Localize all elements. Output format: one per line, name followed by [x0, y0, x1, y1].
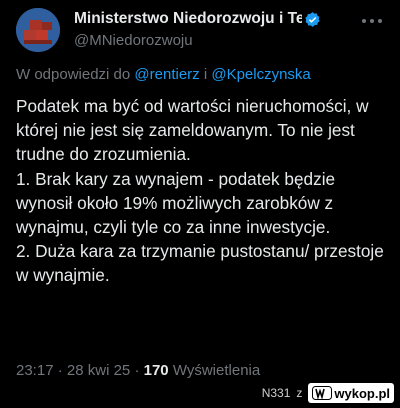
views-count: 170: [143, 362, 169, 379]
wykop-logo: wykop.pl: [308, 383, 394, 403]
tweet-header: Ministerstwo Niedorozwoju i Te @MNiedoro…: [16, 8, 384, 52]
avatar[interactable]: [16, 8, 60, 52]
display-name[interactable]: Ministerstwo Niedorozwoju i Te: [74, 10, 302, 28]
reply-joiner: i: [203, 66, 208, 83]
tweet-meta: 23:17 · 28 kwi 25 · 170 Wyświetlenia: [16, 362, 260, 379]
reply-context: W odpowiedzi do @rentierz i @Kpelczynska: [16, 66, 311, 83]
watermark: N331 z wykop.pl: [262, 382, 394, 404]
reply-user-link[interactable]: @Kpelczynska: [211, 66, 310, 83]
account-names: Ministerstwo Niedorozwoju i Te @MNiedoro…: [74, 10, 324, 49]
meta-separator: ·: [134, 362, 140, 379]
watermark-site: wykop.pl: [334, 385, 390, 401]
views-label: Wyświetlenia: [172, 362, 261, 379]
watermark-z: z: [296, 386, 303, 400]
more-options-icon[interactable]: [360, 14, 384, 28]
wykop-logo-icon: [312, 386, 333, 400]
tweet-time[interactable]: 23:17: [16, 362, 54, 379]
reply-prefix: W odpowiedzi do: [16, 66, 131, 83]
verified-badge-icon: [305, 11, 320, 27]
tweet-paragraph: 1. Brak kary za wynajem - podatek będzie…: [16, 168, 336, 238]
watermark-user: N331: [261, 386, 291, 400]
tweet-text: Podatek ma być od wartości nieruchomości…: [16, 94, 388, 288]
tweet-date[interactable]: 28 kwi 25: [67, 362, 130, 379]
handle[interactable]: @MNiedorozwoju: [74, 32, 324, 49]
meta-separator: ·: [57, 362, 63, 379]
tweet-paragraph: Podatek ma być od wartości nieruchomości…: [16, 96, 369, 165]
reply-user-link[interactable]: @rentierz: [134, 66, 199, 83]
tweet-paragraph: 2. Duża kara za trzymanie pustostanu/ pr…: [16, 241, 384, 286]
